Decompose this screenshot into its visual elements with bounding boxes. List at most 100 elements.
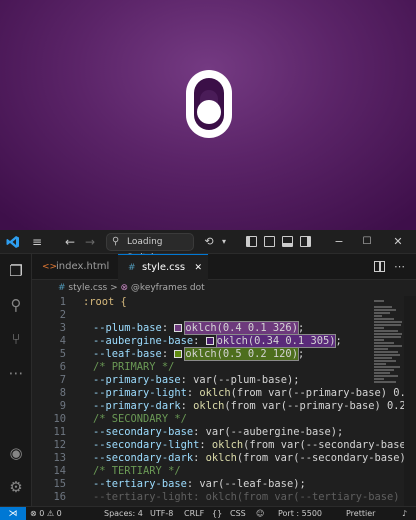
- minimap-line: [374, 312, 390, 314]
- minimap-line: [374, 333, 402, 335]
- layout-sidebar-right-icon[interactable]: [300, 236, 311, 247]
- html-file-icon: <>: [42, 262, 58, 272]
- breadcrumb-symbol[interactable]: @keyframes dot: [131, 283, 205, 293]
- value: oklch(0.4 0.1 326): [184, 321, 299, 335]
- color-swatch-leaf[interactable]: [174, 350, 183, 358]
- minimap-line: [374, 366, 400, 368]
- forward-arrow-icon[interactable]: →: [82, 233, 98, 251]
- layout-panel-icon[interactable]: [282, 236, 293, 247]
- menu-icon[interactable]: ≡: [28, 233, 46, 251]
- property: --primary-base: [93, 374, 181, 386]
- breadcrumb: # style.css > ⊗ @keyframes dot: [32, 280, 416, 296]
- minimap-line: [374, 321, 402, 323]
- property: --primary-dark: [93, 400, 181, 412]
- breadcrumb-file[interactable]: style.css: [68, 283, 107, 293]
- copilot-status-icon[interactable]: ☺: [256, 507, 264, 520]
- code-line: --primary-light: oklch(from var(--primar…: [93, 387, 413, 399]
- vscode-logo-icon: [6, 236, 19, 248]
- editor-tabs: <> index.html # style.css ✕ ⋯: [32, 254, 416, 280]
- layout-sidebar-left-icon[interactable]: [246, 236, 257, 247]
- maximize-icon[interactable]: ☐: [360, 233, 374, 251]
- property: --secondary-base: [93, 426, 194, 438]
- notifications-bell-icon[interactable]: ♪: [402, 507, 407, 520]
- line-number: 3: [59, 322, 66, 334]
- code-line: :root {: [83, 296, 127, 309]
- chevron-down-icon[interactable]: ▾: [218, 233, 230, 251]
- minimize-icon[interactable]: −: [330, 233, 348, 251]
- minimap[interactable]: [372, 296, 402, 496]
- minimap-line: [374, 372, 390, 374]
- property: --secondary-dark: [93, 452, 194, 464]
- minimap-line: [374, 357, 392, 359]
- remote-icon[interactable]: ⋊: [0, 507, 26, 520]
- code-line: --secondary-light: oklch(from var(--seco…: [93, 439, 413, 451]
- value: oklch(0.34 0.1 305): [215, 334, 337, 348]
- tab-style-css[interactable]: # style.css ✕: [118, 254, 208, 280]
- indentation-indicator[interactable]: Spaces: 4: [104, 507, 143, 520]
- command-center-search[interactable]: ⚲ Loading Switch: [106, 233, 194, 263]
- minimap-line: [374, 348, 388, 350]
- line-number: 14: [53, 465, 66, 477]
- scrollbar[interactable]: [404, 296, 416, 506]
- breadcrumb-separator: >: [110, 283, 118, 293]
- tab-index-html[interactable]: <> index.html: [32, 254, 118, 280]
- line-number: 4: [59, 335, 66, 347]
- property: --tertiary-base: [93, 478, 187, 490]
- function: oklch: [199, 387, 231, 399]
- minimap-line: [374, 309, 396, 311]
- color-swatch-aubergine[interactable]: [205, 337, 214, 345]
- property: --plum-base: [93, 322, 162, 334]
- accounts-icon[interactable]: ◉: [0, 444, 32, 462]
- problems-indicator[interactable]: ⊗ 0 ⚠ 0: [30, 507, 62, 520]
- code-line: --tertiary-light: oklch(from var(--terti…: [93, 491, 416, 504]
- minimap-line: [374, 381, 396, 383]
- property: --leaf-base: [93, 348, 162, 360]
- preview-pane: [0, 0, 416, 230]
- selector-root: :root {: [83, 296, 127, 308]
- explorer-icon[interactable]: ❐: [0, 262, 32, 280]
- layout-editor-icon[interactable]: [264, 236, 275, 247]
- property: --aubergine-base: [93, 335, 194, 347]
- line-number: 5: [59, 348, 66, 360]
- copilot-icon[interactable]: ⟲: [200, 233, 218, 251]
- source-control-icon[interactable]: ⑂: [0, 330, 32, 348]
- eol-indicator[interactable]: CRLF: [184, 507, 204, 520]
- loading-switch[interactable]: [186, 70, 232, 138]
- settings-gear-icon[interactable]: ⚙: [0, 478, 32, 496]
- braces-icon[interactable]: {}: [212, 507, 222, 520]
- live-server-port[interactable]: Port : 5500: [278, 507, 322, 520]
- minimap-line: [374, 318, 394, 320]
- color-swatch-plum[interactable]: [174, 324, 183, 332]
- symbol-icon: ⊗: [120, 283, 129, 293]
- minimap-line: [374, 360, 396, 362]
- line-number: 7: [59, 374, 66, 386]
- close-tab-icon[interactable]: ✕: [194, 255, 202, 281]
- minimap-line: [374, 342, 394, 344]
- line-number: 13: [53, 452, 66, 464]
- code-line: --primary-dark: oklch(from var(--primary…: [93, 400, 413, 412]
- more-icon[interactable]: ⋯: [0, 364, 32, 382]
- search-icon: ⚲: [112, 236, 120, 247]
- minimap-line: [374, 345, 402, 347]
- code-line: --plum-base: oklch(0.4 0.1 326);: [93, 321, 305, 335]
- language-mode[interactable]: CSS: [230, 507, 246, 520]
- code-line: --aubergine-base: oklch(0.34 0.1 305);: [93, 334, 342, 348]
- search-icon[interactable]: ⚲: [0, 296, 32, 314]
- more-actions-icon[interactable]: ⋯: [394, 254, 405, 280]
- code-editor[interactable]: 1 :root { 2 3 --plum-base: oklch(0.4 0.1…: [32, 296, 416, 506]
- encoding-indicator[interactable]: UTF-8: [150, 507, 173, 520]
- line-number: 2: [59, 309, 66, 321]
- minimap-line: [374, 330, 398, 332]
- line-number: 11: [53, 426, 66, 438]
- title-bar: ≡ ← → ⚲ Loading Switch ⟲ ▾ − ☐ ✕: [0, 230, 416, 263]
- close-icon[interactable]: ✕: [390, 233, 406, 251]
- function: oklch: [205, 452, 237, 464]
- minimap-line: [374, 324, 401, 326]
- prettier-status[interactable]: Prettier: [346, 507, 375, 520]
- comment: /* PRIMARY */: [93, 361, 175, 373]
- line-number: 16: [53, 491, 66, 503]
- tab-label: index.html: [56, 261, 110, 272]
- back-arrow-icon[interactable]: ←: [62, 233, 78, 251]
- minimap-line: [374, 336, 401, 338]
- property: --secondary-light: [93, 439, 200, 451]
